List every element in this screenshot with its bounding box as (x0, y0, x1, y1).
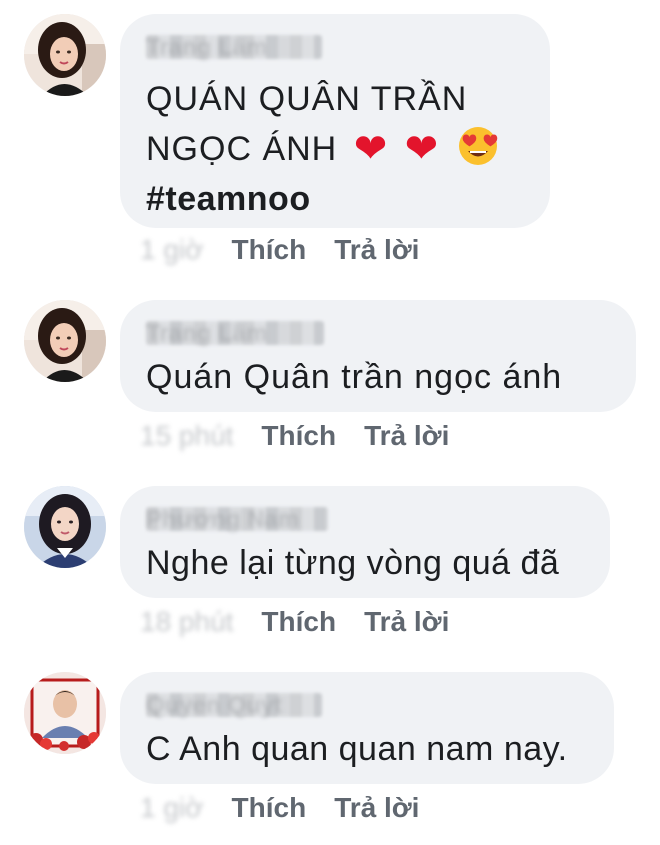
avatar-photo-icon (24, 486, 106, 568)
comment-author-name: Quyen Quyt (146, 692, 283, 719)
comment-author[interactable]: Trang Lâm (146, 320, 324, 347)
comment-text: Quán Quân trần ngọc ánh (146, 358, 563, 396)
comment-author[interactable]: Phương Nam (146, 506, 328, 533)
comment-actions: 15 phút Thích Trả lời (140, 416, 449, 456)
avatar-photo-icon (24, 672, 106, 754)
like-button[interactable]: Thích (261, 606, 336, 638)
like-button[interactable]: Thích (232, 792, 307, 824)
like-button[interactable]: Thích (261, 420, 336, 452)
comment-timestamp[interactable]: 18 phút (140, 606, 233, 638)
comment-actions: 18 phút Thích Trả lời (140, 602, 449, 642)
comment-author-name: Trang Lâm (146, 34, 268, 61)
reply-button[interactable]: Trả lời (364, 606, 449, 638)
red-heart-icon: ❤ (353, 127, 389, 171)
comment-bubble: Phương Nam Nghe lại từng vòng quá đã (120, 486, 610, 598)
comment-text: C Anh quan quan nam nay. (146, 730, 568, 768)
avatar[interactable] (24, 300, 106, 382)
comment-bubble: Quyen Quyt C Anh quan quan nam nay. (120, 672, 614, 784)
comment-hashtag[interactable]: #teamnoo (146, 174, 498, 224)
red-heart-icon: ❤ (404, 127, 440, 171)
avatar-photo-icon (24, 300, 106, 382)
comment-actions: 1 giờ Thích Trả lời (140, 230, 419, 270)
comment-text: Nghe lại từng vòng quá đã (146, 544, 560, 582)
comment-author[interactable]: Trang Lâm (146, 34, 322, 61)
comment-text-line: NGỌC ÁNH (146, 130, 338, 168)
reply-button[interactable]: Trả lời (364, 420, 449, 452)
avatar-photo-icon (24, 14, 106, 96)
comment-text: QUÁN QUÂN TRẦN NGỌC ÁNH ❤ ❤ #teamnoo (146, 74, 498, 224)
reply-button[interactable]: Trả lời (334, 792, 419, 824)
comment-timestamp[interactable]: 15 phút (140, 420, 233, 452)
comment-author-name: Trang Lâm (146, 320, 268, 347)
heart-eyes-face-icon (458, 127, 497, 165)
comment-author[interactable]: Quyen Quyt (146, 692, 322, 719)
comment-actions: 1 giờ Thích Trả lời (140, 788, 419, 828)
comment-author-name: Phương Nam (146, 506, 300, 533)
comment-text-line: QUÁN QUÂN TRẦN (146, 80, 468, 118)
reply-button[interactable]: Trả lời (334, 234, 419, 266)
comment-bubble: Trang Lâm Quán Quân trần ngọc ánh (120, 300, 636, 412)
comment-bubble: Trang Lâm QUÁN QUÂN TRẦN NGỌC ÁNH ❤ ❤ #t… (120, 14, 550, 228)
comment-text-line-with-emoji: NGỌC ÁNH ❤ ❤ (146, 124, 498, 174)
avatar[interactable] (24, 672, 106, 754)
comment-timestamp[interactable]: 1 giờ (140, 792, 204, 824)
avatar[interactable] (24, 486, 106, 568)
like-button[interactable]: Thích (232, 234, 307, 266)
comment-timestamp[interactable]: 1 giờ (140, 234, 204, 266)
avatar[interactable] (24, 14, 106, 96)
